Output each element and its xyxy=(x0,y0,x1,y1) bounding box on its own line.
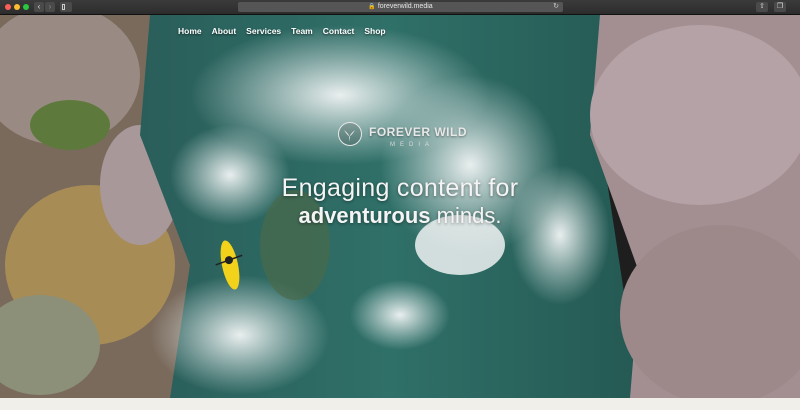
page-bottom-strip xyxy=(0,398,800,410)
nav-about-link[interactable]: About xyxy=(212,26,237,36)
nav-home-link[interactable]: Home xyxy=(178,26,202,36)
address-bar[interactable]: 🔒 foreverwild.media ↻ xyxy=(238,2,563,12)
browser-toolbar: ‹ › 🔒 foreverwild.media ↻ ⇧ ❐ xyxy=(0,0,800,15)
hero-headline-emphasis: adventurous xyxy=(298,203,431,228)
share-button[interactable]: ⇧ xyxy=(756,2,768,12)
hero-headline-rest: minds. xyxy=(430,203,502,228)
whale-tail-icon xyxy=(338,122,362,146)
minimize-window-button[interactable] xyxy=(14,4,20,10)
nav-shop-link[interactable]: Shop xyxy=(364,26,385,36)
main-nav: Home About Services Team Contact Shop xyxy=(178,26,386,36)
logo-name: FOREVER WILD xyxy=(369,125,467,139)
site-logo[interactable]: FOREVER WILD MEDIA xyxy=(338,122,478,162)
nav-team-link[interactable]: Team xyxy=(291,26,313,36)
nav-contact-link[interactable]: Contact xyxy=(323,26,355,36)
sidebar-toggle-button[interactable] xyxy=(60,2,72,12)
forward-button[interactable]: › xyxy=(45,2,55,12)
back-button[interactable]: ‹ xyxy=(34,2,44,12)
url-text: foreverwild.media xyxy=(377,3,433,10)
chevron-left-icon: ‹ xyxy=(37,2,41,11)
close-window-button[interactable] xyxy=(5,4,11,10)
lock-icon: 🔒 xyxy=(368,4,376,10)
share-icon: ⇧ xyxy=(759,3,765,10)
zoom-window-button[interactable] xyxy=(23,4,29,10)
logo-subtitle: MEDIA xyxy=(390,142,435,148)
reload-icon[interactable]: ↻ xyxy=(553,2,559,12)
hero-headline-line2: adventurous minds. xyxy=(0,203,800,229)
tabs-icon: ❐ xyxy=(776,3,784,10)
hero-section: Home About Services Team Contact Shop FO… xyxy=(0,15,800,398)
chevron-right-icon: › xyxy=(48,2,52,11)
tab-overview-button[interactable]: ❐ xyxy=(774,2,786,12)
hero-headline-line1: Engaging content for xyxy=(281,174,519,202)
nav-services-link[interactable]: Services xyxy=(246,26,281,36)
